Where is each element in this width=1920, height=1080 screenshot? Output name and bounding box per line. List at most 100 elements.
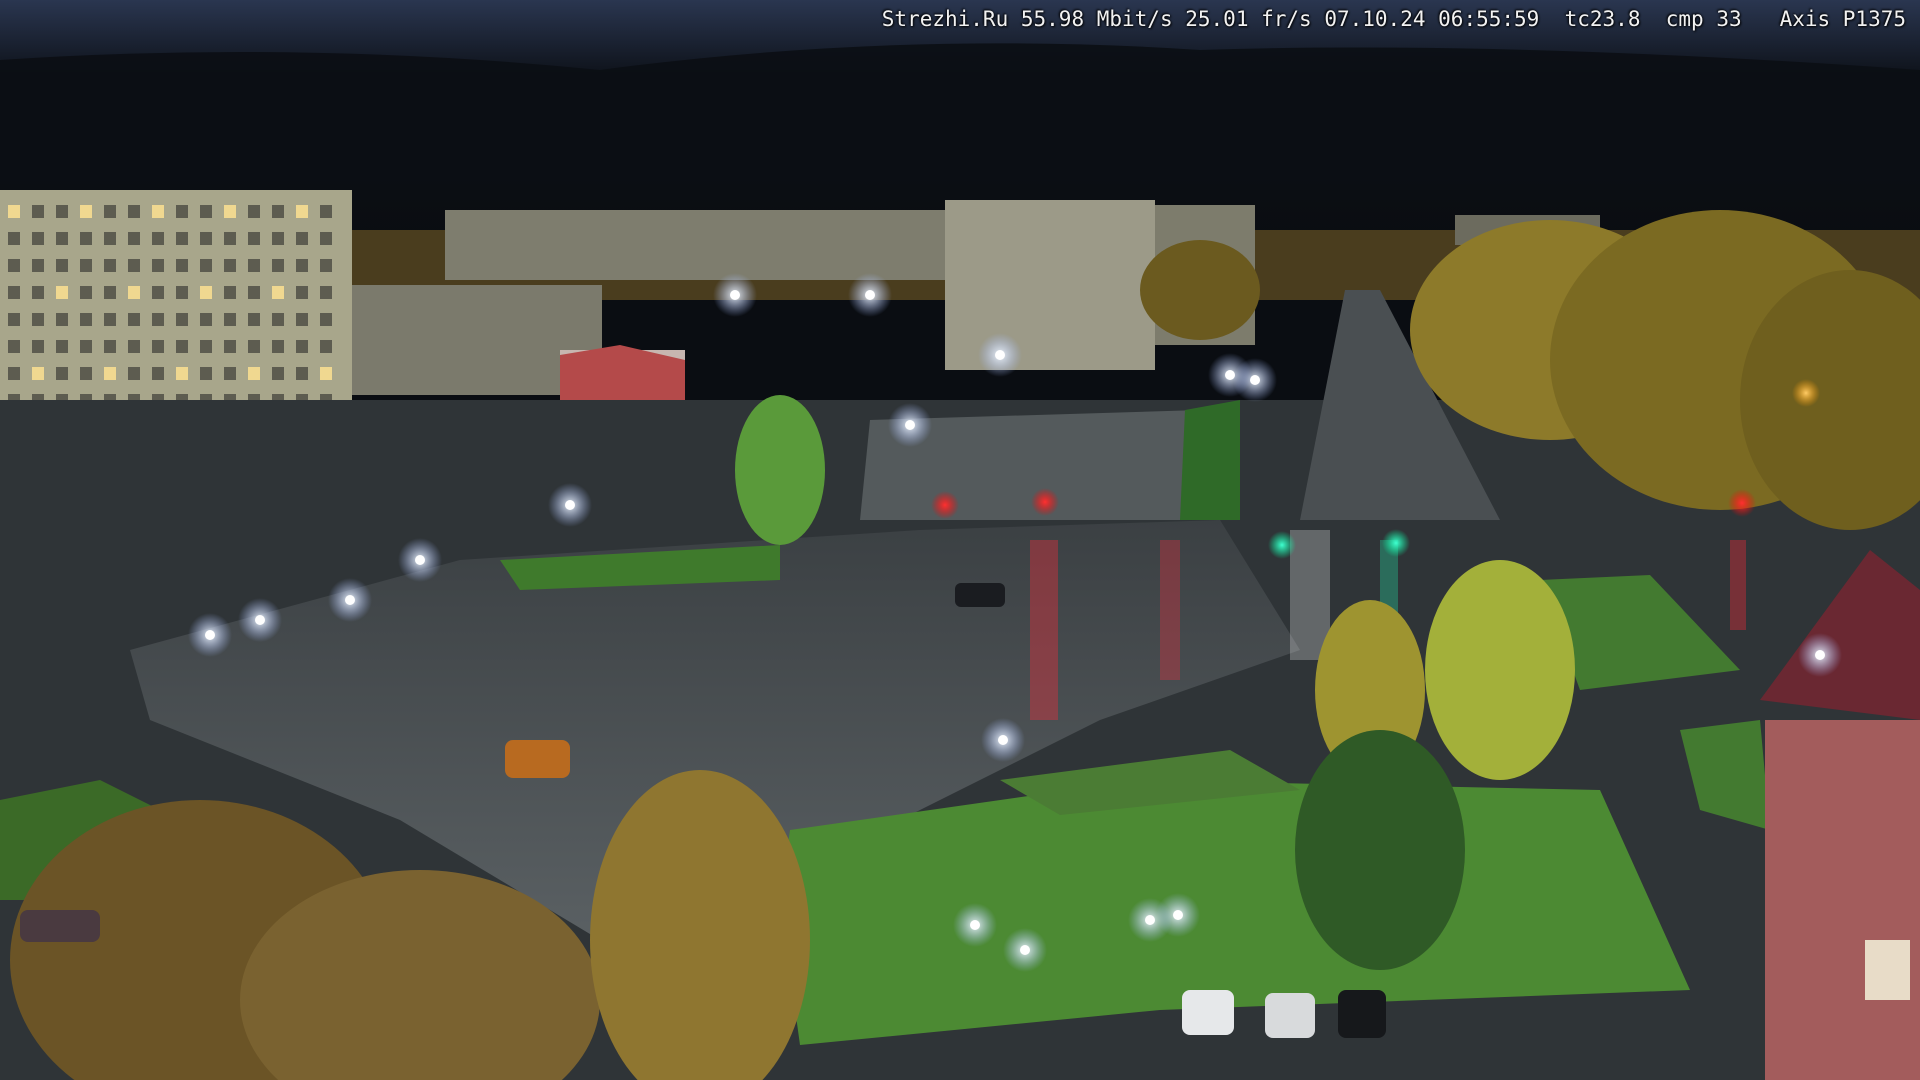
lamp-bulb <box>730 290 740 300</box>
window <box>296 313 308 326</box>
window <box>152 340 164 353</box>
window <box>8 313 20 326</box>
lamp-bulb <box>415 555 425 565</box>
window <box>128 259 140 272</box>
lamp-bulb <box>905 420 915 430</box>
window <box>128 340 140 353</box>
window <box>200 367 212 380</box>
window <box>56 313 68 326</box>
lamp-bulb <box>1145 915 1155 925</box>
window <box>224 232 236 245</box>
window <box>248 205 260 218</box>
window <box>320 205 332 218</box>
traffic-light <box>1268 531 1296 559</box>
window <box>176 259 188 272</box>
grass-green-median <box>1180 400 1240 520</box>
window <box>224 367 236 380</box>
window <box>200 286 212 299</box>
window <box>152 313 164 326</box>
window <box>272 232 284 245</box>
window <box>8 367 20 380</box>
car-dark <box>955 583 1005 607</box>
white-reflection-1 <box>1290 530 1330 660</box>
car-orange <box>505 740 570 778</box>
window <box>176 205 188 218</box>
lamp-bulb <box>998 735 1008 745</box>
window <box>128 367 140 380</box>
window <box>320 313 332 326</box>
window <box>200 205 212 218</box>
city-street-scene <box>0 0 1920 1080</box>
window <box>296 232 308 245</box>
window <box>152 286 164 299</box>
window <box>56 286 68 299</box>
car-white-2 <box>1265 993 1315 1038</box>
window <box>80 205 92 218</box>
lamp-bulb <box>255 615 265 625</box>
window <box>224 259 236 272</box>
cmp-label: cmp 33 <box>1665 7 1742 31</box>
window <box>200 313 212 326</box>
window <box>248 259 260 272</box>
window <box>152 259 164 272</box>
far-building-1 <box>445 210 945 280</box>
car-white-1 <box>1182 990 1234 1035</box>
window <box>104 340 116 353</box>
window <box>320 259 332 272</box>
window <box>104 286 116 299</box>
lamp-bulb <box>1225 370 1235 380</box>
window <box>176 313 188 326</box>
window <box>80 286 92 299</box>
time-label: 06:55:59 <box>1438 7 1540 31</box>
birch-tree-center <box>1425 560 1575 780</box>
lamp-bulb <box>1173 910 1183 920</box>
lamp-bulb <box>565 500 575 510</box>
window <box>248 232 260 245</box>
window <box>32 286 44 299</box>
window <box>248 286 260 299</box>
right-building <box>1765 720 1920 1080</box>
window <box>56 367 68 380</box>
window <box>248 340 260 353</box>
dark-clouds <box>0 43 1920 201</box>
tc-label: tc23.8 <box>1564 7 1641 31</box>
window <box>200 259 212 272</box>
window <box>224 313 236 326</box>
lamp-bulb <box>205 630 215 640</box>
lamp-bulb <box>995 350 1005 360</box>
window <box>32 313 44 326</box>
window <box>200 340 212 353</box>
lamp-bulb <box>1815 650 1825 660</box>
red-reflection-2 <box>1160 540 1180 680</box>
window <box>80 367 92 380</box>
window <box>248 367 260 380</box>
webcam-frame: Strezhi.Ru 55.98 Mbit/s 25.01 fr/s 07.10… <box>0 0 1920 1080</box>
window <box>320 340 332 353</box>
window <box>32 205 44 218</box>
traffic-light <box>1031 488 1059 516</box>
window <box>8 340 20 353</box>
window <box>56 340 68 353</box>
window <box>104 367 116 380</box>
window <box>128 205 140 218</box>
pine-tree <box>1295 730 1465 970</box>
window <box>272 286 284 299</box>
red-reflection-1 <box>1030 540 1058 720</box>
window <box>128 232 140 245</box>
central-tower <box>945 200 1155 370</box>
window <box>224 340 236 353</box>
date-label: 07.10.24 <box>1324 7 1426 31</box>
bitrate-label: 55.98 Mbit/s <box>1020 7 1173 31</box>
site-label: Strezhi.Ru <box>881 7 1009 31</box>
red-reflection-3 <box>1730 540 1746 630</box>
window <box>80 259 92 272</box>
window <box>272 367 284 380</box>
lamp-bulb <box>1020 945 1030 955</box>
window <box>152 367 164 380</box>
window <box>272 313 284 326</box>
window <box>8 232 20 245</box>
right-building-window <box>1865 940 1910 1000</box>
window <box>56 259 68 272</box>
framerate-label: 25.01 fr/s <box>1185 7 1312 31</box>
window <box>104 313 116 326</box>
